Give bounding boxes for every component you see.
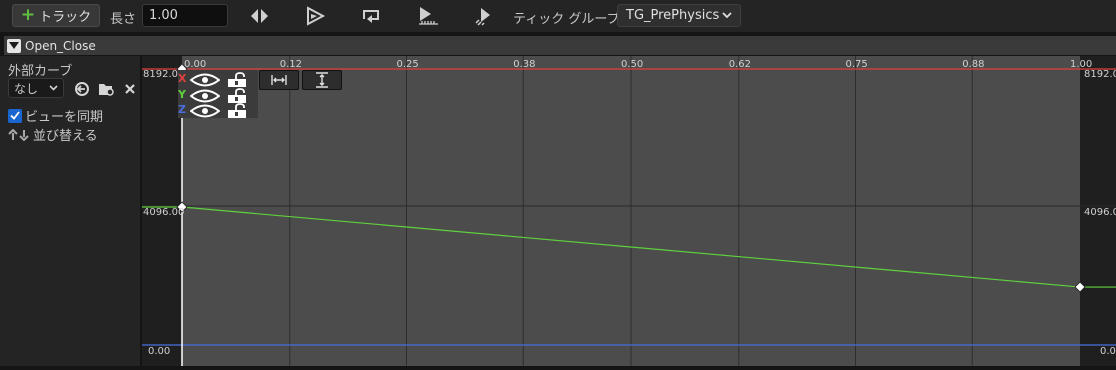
sync-view-checkbox[interactable]: ビューを同期 (8, 106, 103, 125)
length-label: 長さ (110, 12, 137, 27)
track-name: Open_Close (25, 38, 96, 53)
x-tick-label: 0.62 (728, 59, 752, 70)
use-last-keyframe-icon[interactable] (416, 5, 440, 27)
fit-horizontal-icon (271, 75, 287, 85)
right-bottom-value: 0.0 (1100, 346, 1116, 357)
add-key-icon[interactable] (248, 5, 272, 27)
sort-arrows-icon (8, 128, 29, 141)
y-lock-icon[interactable] (226, 88, 254, 104)
track-options-panel: 外部カーブ なし ビューを同期 並び替える (0, 56, 140, 366)
plus-icon: + (20, 5, 36, 25)
x-tick-label: 0.50 (621, 59, 644, 70)
curve-canvas[interactable] (142, 56, 1116, 366)
y-axis-label: Y (178, 88, 186, 101)
replicated-icon[interactable] (472, 5, 496, 27)
sort-label: 並び替える (33, 129, 98, 144)
track-header[interactable]: Open_Close (4, 36, 1116, 55)
external-curve-select[interactable]: なし (8, 78, 64, 98)
chevron-down-icon (722, 12, 732, 19)
chevron-down-icon (49, 85, 58, 91)
x-tick-label: 0.75 (845, 59, 868, 70)
length-input[interactable] (142, 4, 228, 27)
left-top-value: 8192.0 (143, 69, 178, 80)
x-visibility-eye-icon[interactable] (190, 73, 220, 87)
external-curve-label: 外部カーブ (8, 64, 73, 79)
add-track-button[interactable]: + トラック (12, 4, 100, 27)
right-top-value: 8192.0 (1084, 69, 1116, 80)
fit-horizontal-button[interactable] (259, 70, 299, 90)
tick-group-value: TG_PrePhysics (626, 8, 720, 23)
collapse-icon[interactable] (7, 38, 21, 53)
x-axis-label: X (178, 72, 187, 85)
x-tick-label: 0.12 (279, 59, 303, 70)
x-tick-label: 0.25 (396, 59, 419, 70)
fit-vertical-button[interactable] (302, 70, 342, 90)
left-bottom-value: 0.00 (148, 346, 171, 357)
browse-icon[interactable] (98, 81, 115, 97)
x-tick-label: 0.38 (513, 59, 536, 70)
z-visibility-eye-icon[interactable] (190, 104, 220, 118)
sort-button[interactable]: 並び替える (8, 125, 98, 144)
checkbox-icon (8, 108, 22, 123)
z-lock-icon[interactable] (226, 103, 254, 119)
left-mid-value: 4096.00 (143, 207, 185, 218)
use-selected-icon[interactable] (74, 81, 90, 97)
z-axis-label: Z (178, 103, 186, 116)
x-tick-label: 0.00 (184, 59, 207, 70)
y-visibility-eye-icon[interactable] (190, 89, 220, 103)
tick-group-label: ティック グループ (513, 12, 620, 27)
loop-icon[interactable] (359, 5, 383, 27)
external-curve-value: なし (14, 81, 39, 96)
x-tick-label: 0.88 (962, 59, 985, 70)
fit-vertical-icon (316, 72, 328, 88)
toolbar: + トラック 長さ ティック グループ TG_PrePhysics (0, 0, 1116, 32)
autoplay-icon[interactable] (303, 5, 327, 27)
clear-icon[interactable] (124, 82, 136, 96)
x-lock-icon[interactable] (226, 72, 254, 88)
sync-view-label: ビューを同期 (25, 110, 104, 125)
add-track-label: トラック (39, 10, 92, 25)
tick-group-select[interactable]: TG_PrePhysics (617, 4, 741, 27)
curve-graph[interactable]: 0.00 0.12 0.25 0.38 0.50 0.62 0.75 0.88 1.00 819… (142, 56, 1116, 366)
right-mid-value: 4096.0 (1084, 207, 1116, 218)
